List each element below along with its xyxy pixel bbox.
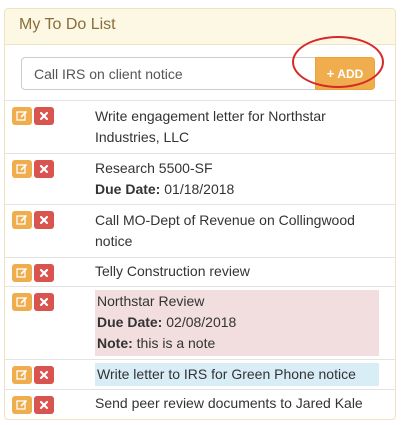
edit-icon <box>16 110 28 121</box>
todo-item: Northstar Review Due Date: 02/08/2018 No… <box>5 287 395 360</box>
todo-text-highlighted: Northstar Review Due Date: 02/08/2018 No… <box>95 290 379 356</box>
todo-item: Write engagement letter for Northstar In… <box>5 101 395 154</box>
edit-button[interactable] <box>12 211 32 229</box>
add-button[interactable]: + ADD <box>315 57 375 90</box>
edit-icon <box>16 369 28 380</box>
delete-button[interactable] <box>34 211 54 229</box>
todo-item: Call MO-Dept of Revenue on Collingwood n… <box>5 205 395 258</box>
todo-text: Write engagement letter for Northstar In… <box>95 106 326 148</box>
panel-title: My To Do List <box>5 9 395 45</box>
edit-icon <box>16 399 28 410</box>
todo-text: Call MO-Dept of Revenue on Collingwood n… <box>95 210 355 252</box>
edit-icon <box>16 214 28 225</box>
delete-button[interactable] <box>34 293 54 311</box>
edit-button[interactable] <box>12 293 32 311</box>
todo-item: Research 5500-SF Due Date: 01/18/2018 <box>5 154 395 205</box>
todo-text-line: Write engagement letter for Northstar <box>95 108 326 124</box>
due-date-value: 02/08/2018 <box>166 314 237 330</box>
note-value: this is a note <box>136 335 216 351</box>
delete-button[interactable] <box>34 107 54 125</box>
close-icon <box>39 370 49 380</box>
todo-text: Telly Construction review <box>95 261 250 282</box>
edit-icon <box>16 163 28 174</box>
edit-button[interactable] <box>12 396 32 414</box>
edit-button[interactable] <box>12 160 32 178</box>
todo-item: Send peer review documents to Jared Kale <box>5 390 395 419</box>
todo-list: Write engagement letter for Northstar In… <box>5 101 395 419</box>
close-icon <box>39 111 49 121</box>
edit-button[interactable] <box>12 107 32 125</box>
todo-text: Send peer review documents to Jared Kale <box>95 393 363 414</box>
close-icon <box>39 400 49 410</box>
todo-text-line: notice <box>95 233 133 249</box>
edit-icon <box>16 267 28 278</box>
todo-text-line: Send peer review documents to Jared Kale <box>95 395 363 411</box>
delete-button[interactable] <box>34 366 54 384</box>
todo-text-line: Northstar Review <box>97 293 205 309</box>
new-todo-row: + ADD <box>5 45 395 101</box>
note-label: Note: <box>97 335 133 351</box>
due-date-line: Due Date: 02/08/2018 <box>97 312 377 333</box>
edit-icon <box>16 296 28 307</box>
todo-text-highlighted: Write letter to IRS for Green Phone noti… <box>95 363 379 386</box>
delete-button[interactable] <box>34 396 54 414</box>
due-date-value: 01/18/2018 <box>164 181 235 197</box>
edit-button[interactable] <box>12 264 32 282</box>
note-line: Note: this is a note <box>97 333 377 354</box>
close-icon <box>39 164 49 174</box>
todo-input[interactable] <box>21 57 315 90</box>
close-icon <box>39 215 49 225</box>
todo-item: Telly Construction review <box>5 258 395 287</box>
todo-item: Write letter to IRS for Green Phone noti… <box>5 360 395 390</box>
delete-button[interactable] <box>34 264 54 282</box>
todo-text: Research 5500-SF Due Date: 01/18/2018 <box>95 158 234 200</box>
todo-panel: My To Do List + ADD Write engagement le <box>4 8 396 420</box>
todo-text-line: Telly Construction review <box>95 263 250 279</box>
delete-button[interactable] <box>34 160 54 178</box>
due-date-label: Due Date: <box>97 314 163 330</box>
due-date-label: Due Date: <box>95 181 161 197</box>
todo-text-line: Industries, LLC <box>95 129 190 145</box>
close-icon <box>39 297 49 307</box>
todo-text-line: Write letter to IRS for Green Phone noti… <box>97 366 356 382</box>
edit-button[interactable] <box>12 366 32 384</box>
todo-text-line: Research 5500-SF <box>95 160 213 176</box>
add-button-label: ADD <box>337 66 364 81</box>
todo-text-line: Call MO-Dept of Revenue on Collingwood <box>95 212 355 228</box>
close-icon <box>39 268 49 278</box>
due-date-line: Due Date: 01/18/2018 <box>95 179 234 200</box>
plus-icon: + <box>326 66 335 81</box>
